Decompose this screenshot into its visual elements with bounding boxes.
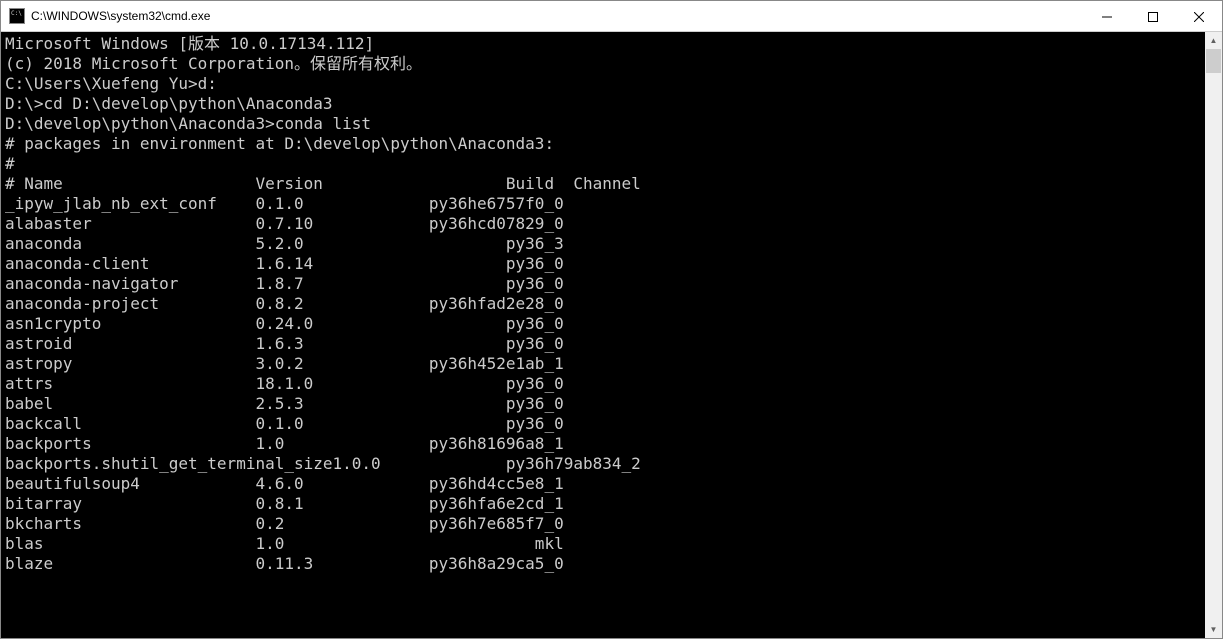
terminal-line: asn1crypto 0.24.0 py36_0 — [5, 314, 1201, 334]
terminal-line: anaconda-client 1.6.14 py36_0 — [5, 254, 1201, 274]
terminal-line: anaconda-project 0.8.2 py36hfad2e28_0 — [5, 294, 1201, 314]
vertical-scrollbar[interactable]: ▲ ▼ — [1205, 32, 1222, 638]
terminal-line: beautifulsoup4 4.6.0 py36hd4cc5e8_1 — [5, 474, 1201, 494]
terminal-container: Microsoft Windows [版本 10.0.17134.112](c)… — [1, 32, 1222, 638]
terminal-output[interactable]: Microsoft Windows [版本 10.0.17134.112](c)… — [1, 32, 1205, 638]
terminal-line: blas 1.0 mkl — [5, 534, 1201, 554]
scroll-thumb[interactable] — [1206, 49, 1221, 73]
cmd-icon — [9, 8, 25, 24]
terminal-line: # packages in environment at D:\develop\… — [5, 134, 1201, 154]
terminal-line: anaconda-navigator 1.8.7 py36_0 — [5, 274, 1201, 294]
terminal-line: Microsoft Windows [版本 10.0.17134.112] — [5, 34, 1201, 54]
terminal-line: alabaster 0.7.10 py36hcd07829_0 — [5, 214, 1201, 234]
terminal-line: anaconda 5.2.0 py36_3 — [5, 234, 1201, 254]
minimize-button[interactable] — [1084, 1, 1130, 32]
terminal-line: babel 2.5.3 py36_0 — [5, 394, 1201, 414]
terminal-line: (c) 2018 Microsoft Corporation。保留所有权利。 — [5, 54, 1201, 74]
terminal-line: blaze 0.11.3 py36h8a29ca5_0 — [5, 554, 1201, 574]
terminal-line: astropy 3.0.2 py36h452e1ab_1 — [5, 354, 1201, 374]
terminal-line: attrs 18.1.0 py36_0 — [5, 374, 1201, 394]
scroll-up-arrow[interactable]: ▲ — [1205, 32, 1222, 49]
terminal-line: backports 1.0 py36h81696a8_1 — [5, 434, 1201, 454]
terminal-line: _ipyw_jlab_nb_ext_conf 0.1.0 py36he6757f… — [5, 194, 1201, 214]
terminal-line: C:\Users\Xuefeng Yu>d: — [5, 74, 1201, 94]
window-title: C:\WINDOWS\system32\cmd.exe — [31, 9, 1084, 23]
scroll-down-arrow[interactable]: ▼ — [1205, 621, 1222, 638]
terminal-line: backports.shutil_get_terminal_size1.0.0 … — [5, 454, 1201, 474]
terminal-line: bkcharts 0.2 py36h7e685f7_0 — [5, 514, 1201, 534]
terminal-line: bitarray 0.8.1 py36hfa6e2cd_1 — [5, 494, 1201, 514]
terminal-line: # Name Version Build Channel — [5, 174, 1201, 194]
window-controls — [1084, 1, 1222, 31]
terminal-line: backcall 0.1.0 py36_0 — [5, 414, 1201, 434]
terminal-line: D:\develop\python\Anaconda3>conda list — [5, 114, 1201, 134]
maximize-button[interactable] — [1130, 1, 1176, 32]
window-titlebar: C:\WINDOWS\system32\cmd.exe — [1, 1, 1222, 32]
terminal-line: astroid 1.6.3 py36_0 — [5, 334, 1201, 354]
close-button[interactable] — [1176, 1, 1222, 32]
terminal-line: D:\>cd D:\develop\python\Anaconda3 — [5, 94, 1201, 114]
terminal-line: # — [5, 154, 1201, 174]
